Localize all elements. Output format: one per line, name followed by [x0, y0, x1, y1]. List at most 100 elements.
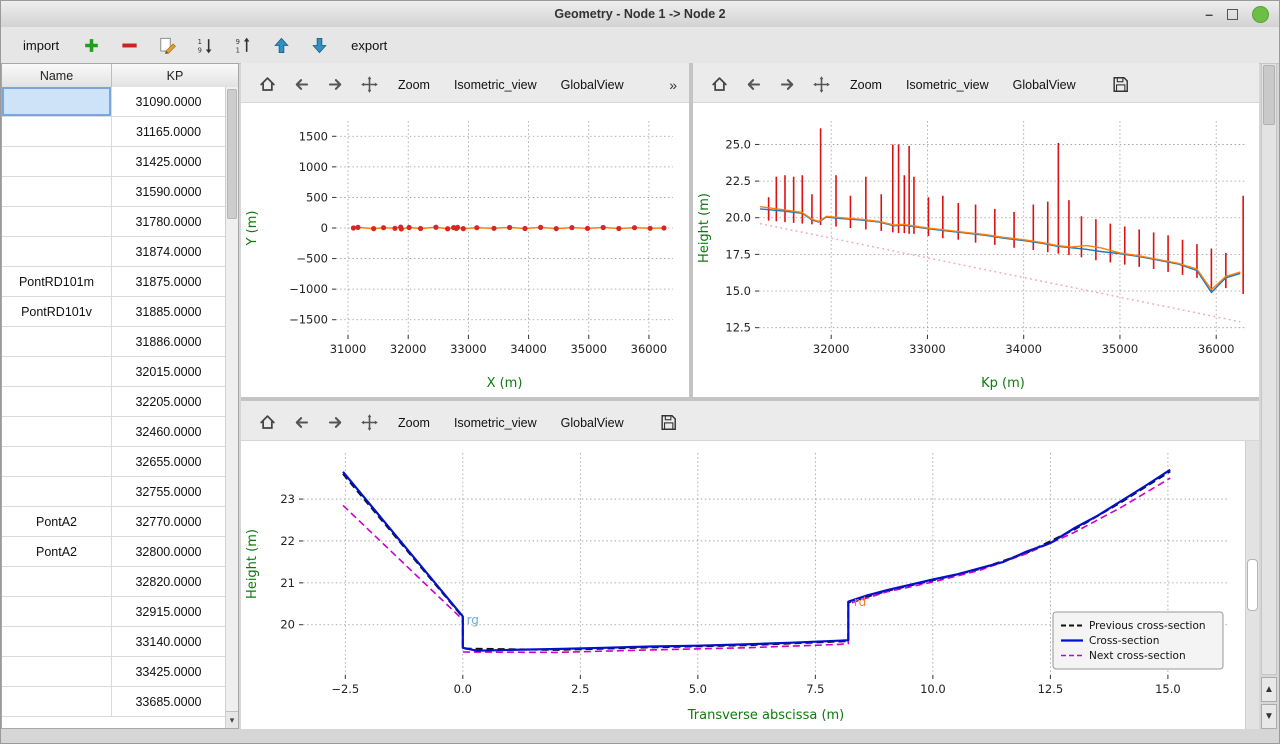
cross-section-chart[interactable]: −2.50.02.55.07.510.012.515.020212223Tran… — [241, 441, 1245, 729]
cell-name[interactable] — [2, 117, 112, 146]
cross-section-scrollbar-thumb[interactable] — [1247, 559, 1258, 611]
cell-kp[interactable]: 33425.0000 — [112, 657, 225, 686]
global-view-button[interactable]: GlobalView — [550, 412, 635, 434]
minimize-button[interactable]: – — [1205, 7, 1213, 21]
table-row[interactable]: 31425.0000 — [2, 147, 225, 177]
cell-kp[interactable]: 32800.0000 — [112, 537, 225, 566]
isometric-view-button[interactable]: Isometric_view — [443, 412, 548, 434]
cell-kp[interactable]: 31590.0000 — [112, 177, 225, 206]
forward-button[interactable] — [771, 71, 803, 99]
cell-kp[interactable]: 32915.0000 — [112, 597, 225, 626]
cell-name[interactable] — [2, 87, 112, 116]
table-scrollbar-thumb[interactable] — [227, 89, 237, 219]
table-row[interactable]: 32015.0000 — [2, 357, 225, 387]
cell-kp[interactable]: 31425.0000 — [112, 147, 225, 176]
cell-name[interactable]: PontRD101v — [2, 297, 112, 326]
table-scroll-down-button[interactable]: ▾ — [226, 711, 238, 728]
zoom-button[interactable]: Zoom — [387, 412, 441, 434]
forward-button[interactable] — [319, 409, 351, 437]
forward-button[interactable] — [319, 71, 351, 99]
cell-kp[interactable]: 32820.0000 — [112, 567, 225, 596]
table-row[interactable]: PontRD101m31875.0000 — [2, 267, 225, 297]
cell-kp[interactable]: 31886.0000 — [112, 327, 225, 356]
table-row[interactable]: 33685.0000 — [2, 687, 225, 717]
remove-row-button[interactable] — [115, 31, 143, 59]
cell-kp[interactable]: 33140.0000 — [112, 627, 225, 656]
isometric-view-button[interactable]: Isometric_view — [895, 74, 1000, 96]
cell-name[interactable] — [2, 237, 112, 266]
zoom-button[interactable]: Zoom — [387, 74, 441, 96]
cell-kp[interactable]: 32460.0000 — [112, 417, 225, 446]
main-scrollbar-thumb[interactable] — [1263, 65, 1275, 125]
plan-view-chart[interactable]: 310003200033000340003500036000−1500−1000… — [241, 103, 689, 397]
zoom-button[interactable]: Zoom — [839, 74, 893, 96]
main-scrollbar-track[interactable] — [1261, 63, 1277, 675]
table-row[interactable]: PontRD101v31885.0000 — [2, 297, 225, 327]
table-row[interactable]: PontA232800.0000 — [2, 537, 225, 567]
cell-name[interactable]: PontA2 — [2, 537, 112, 566]
table-row[interactable]: 31780.0000 — [2, 207, 225, 237]
table-scrollbar[interactable]: ▾ — [225, 87, 238, 728]
column-header-name[interactable]: Name — [2, 64, 112, 87]
cell-name[interactable] — [2, 387, 112, 416]
global-view-button[interactable]: GlobalView — [1002, 74, 1087, 96]
global-view-button[interactable]: GlobalView — [550, 74, 635, 96]
scroll-up-button[interactable]: ▲ — [1261, 677, 1277, 702]
cell-name[interactable] — [2, 477, 112, 506]
cell-name[interactable] — [2, 417, 112, 446]
table-row[interactable]: 32460.0000 — [2, 417, 225, 447]
table-row[interactable]: 31874.0000 — [2, 237, 225, 267]
cell-name[interactable] — [2, 177, 112, 206]
back-button[interactable] — [737, 71, 769, 99]
table-row[interactable]: 32205.0000 — [2, 387, 225, 417]
sort-ascending-button[interactable] — [229, 31, 257, 59]
cell-kp[interactable]: 32755.0000 — [112, 477, 225, 506]
cell-kp[interactable]: 32015.0000 — [112, 357, 225, 386]
cell-name[interactable]: PontA2 — [2, 507, 112, 536]
cell-name[interactable] — [2, 447, 112, 476]
table-row[interactable]: 31165.0000 — [2, 117, 225, 147]
cell-kp[interactable]: 33685.0000 — [112, 687, 225, 716]
cell-kp[interactable]: 32770.0000 — [112, 507, 225, 536]
cell-name[interactable] — [2, 687, 112, 716]
table-row[interactable]: 32655.0000 — [2, 447, 225, 477]
table-row[interactable]: 33140.0000 — [2, 627, 225, 657]
sort-descending-button[interactable] — [191, 31, 219, 59]
main-scrollbar[interactable]: ▲ ▼ — [1261, 63, 1277, 729]
column-header-kp[interactable]: KP — [112, 64, 238, 87]
profile-chart[interactable]: 320003300034000350003600012.515.017.520.… — [693, 103, 1259, 397]
pan-button[interactable] — [353, 71, 385, 99]
move-up-button[interactable] — [267, 31, 295, 59]
table-row[interactable]: 31590.0000 — [2, 177, 225, 207]
cross-section-scrollbar[interactable] — [1245, 441, 1259, 729]
move-down-button[interactable] — [305, 31, 333, 59]
import-button[interactable]: import — [15, 34, 67, 57]
toolbar-overflow-button[interactable]: » — [665, 77, 681, 93]
back-button[interactable] — [285, 71, 317, 99]
save-button[interactable] — [1105, 71, 1137, 99]
edit-button[interactable] — [153, 31, 181, 59]
table-row[interactable]: 32820.0000 — [2, 567, 225, 597]
cell-kp[interactable]: 32205.0000 — [112, 387, 225, 416]
cell-name[interactable] — [2, 207, 112, 236]
cell-name[interactable] — [2, 327, 112, 356]
cell-name[interactable] — [2, 657, 112, 686]
table-row[interactable]: 32915.0000 — [2, 597, 225, 627]
save-button[interactable] — [653, 409, 685, 437]
table-row[interactable]: 33425.0000 — [2, 657, 225, 687]
table-row[interactable]: 31886.0000 — [2, 327, 225, 357]
add-row-button[interactable] — [77, 31, 105, 59]
cell-name[interactable] — [2, 597, 112, 626]
cell-kp[interactable]: 31874.0000 — [112, 237, 225, 266]
table-row[interactable]: 32755.0000 — [2, 477, 225, 507]
close-button[interactable] — [1252, 6, 1269, 23]
cell-name[interactable] — [2, 567, 112, 596]
cell-kp[interactable]: 31780.0000 — [112, 207, 225, 236]
cell-kp[interactable]: 31875.0000 — [112, 267, 225, 296]
back-button[interactable] — [285, 409, 317, 437]
cell-name[interactable] — [2, 357, 112, 386]
cell-kp[interactable]: 31165.0000 — [112, 117, 225, 146]
maximize-button[interactable] — [1227, 9, 1238, 20]
home-button[interactable] — [251, 71, 283, 99]
export-button[interactable]: export — [343, 34, 395, 57]
